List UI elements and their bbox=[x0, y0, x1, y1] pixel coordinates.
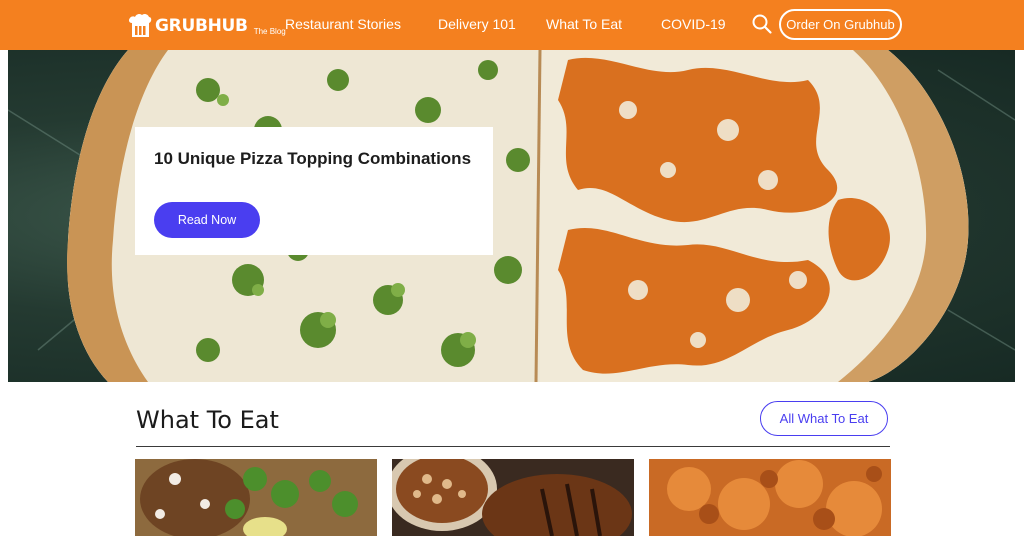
chicken-and-beans-image bbox=[392, 459, 634, 536]
article-thumbnail-chicken-beans[interactable] bbox=[392, 459, 634, 536]
nav-what-to-eat[interactable]: What To Eat bbox=[546, 16, 622, 32]
logo-subtitle: The Blog bbox=[253, 26, 286, 36]
nav-covid-19[interactable]: COVID-19 bbox=[661, 16, 726, 32]
featured-post-card: 10 Unique Pizza Topping Combinations Rea… bbox=[135, 127, 493, 255]
fried-chicken-image bbox=[649, 459, 891, 536]
search-icon bbox=[752, 14, 772, 34]
nav-delivery-101[interactable]: Delivery 101 bbox=[438, 16, 516, 32]
article-thumbnail-tacos[interactable] bbox=[135, 459, 377, 536]
all-what-to-eat-button[interactable]: All What To Eat bbox=[760, 401, 888, 436]
read-now-button[interactable]: Read Now bbox=[154, 202, 260, 238]
site-header: GRUBHUB The Blog Restaurant Stories Deli… bbox=[0, 0, 1024, 50]
article-thumbnail-fried-chicken[interactable] bbox=[649, 459, 891, 536]
section-title: What To Eat bbox=[136, 406, 279, 434]
chef-hat-icon bbox=[128, 13, 152, 38]
search-button[interactable] bbox=[751, 13, 773, 35]
order-on-grubhub-button[interactable]: Order On Grubhub bbox=[779, 9, 902, 40]
grubhub-logo[interactable]: GRUBHUB The Blog bbox=[128, 13, 286, 39]
nav-restaurant-stories[interactable]: Restaurant Stories bbox=[285, 16, 401, 32]
hero-banner[interactable]: 10 Unique Pizza Topping Combinations Rea… bbox=[8, 50, 1015, 382]
logo-text: GRUBHUB bbox=[155, 16, 248, 36]
tacos-image bbox=[135, 459, 377, 536]
featured-post-title[interactable]: 10 Unique Pizza Topping Combinations bbox=[154, 148, 474, 170]
section-divider bbox=[136, 446, 890, 447]
